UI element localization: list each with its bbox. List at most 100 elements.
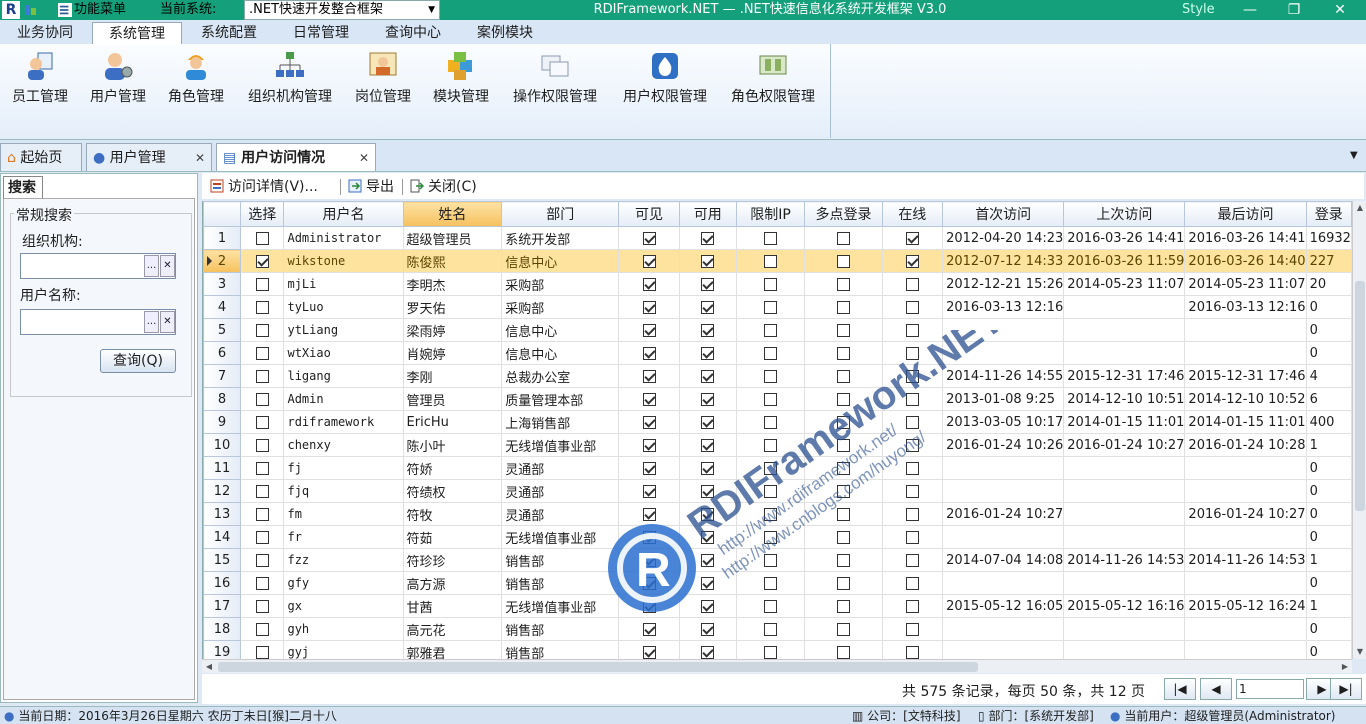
checkbox[interactable] — [642, 392, 656, 406]
checkbox[interactable] — [701, 507, 715, 521]
column-header-enabled[interactable]: 可用 — [678, 201, 737, 227]
cell-select[interactable] — [240, 249, 285, 273]
checkbox[interactable] — [255, 645, 269, 659]
column-header-first-visit[interactable]: 首次访问 — [942, 201, 1065, 227]
cell-online[interactable] — [881, 571, 944, 595]
cell-limit-ip[interactable] — [735, 548, 806, 572]
cell-online[interactable] — [881, 364, 944, 388]
table-row[interactable]: 12 fjq 符绩权 灵通部 0 — [203, 479, 1352, 503]
checkbox[interactable] — [255, 484, 269, 498]
cell-visible[interactable] — [618, 617, 680, 641]
checkbox[interactable] — [764, 392, 777, 406]
checkbox[interactable] — [642, 484, 656, 498]
checkbox[interactable] — [836, 415, 850, 429]
checkbox[interactable] — [764, 507, 777, 521]
checkbox[interactable] — [255, 231, 269, 245]
cell-online[interactable] — [881, 272, 944, 296]
cell-visible[interactable] — [618, 341, 680, 365]
table-row[interactable]: 8 Admin 管理员 质量管理本部 2013-01-08 9:25 2014-12-10… — [203, 387, 1352, 411]
cell-multi-login[interactable] — [804, 387, 883, 411]
checkbox[interactable] — [701, 231, 715, 245]
checkbox[interactable] — [701, 530, 715, 544]
checkbox[interactable] — [701, 599, 715, 613]
scroll-left-icon[interactable]: ◀ — [202, 660, 216, 674]
checkbox[interactable] — [764, 254, 777, 268]
page-number-input[interactable]: 1 — [1236, 679, 1304, 699]
checkbox[interactable] — [255, 323, 269, 337]
checkbox[interactable] — [642, 323, 656, 337]
checkbox[interactable] — [764, 231, 777, 245]
checkbox[interactable] — [255, 622, 269, 636]
checkbox[interactable] — [836, 231, 850, 245]
checkbox[interactable] — [905, 392, 919, 406]
checkbox[interactable] — [255, 438, 269, 452]
row-number[interactable]: 3 — [203, 272, 242, 296]
cell-select[interactable] — [240, 364, 285, 388]
checkbox[interactable] — [905, 599, 919, 613]
row-number[interactable]: 13 — [203, 502, 242, 526]
row-number[interactable]: 16 — [203, 571, 242, 595]
cell-limit-ip[interactable] — [735, 364, 806, 388]
cell-visible[interactable] — [618, 456, 680, 480]
tab-daily[interactable]: 日常管理 — [278, 22, 364, 44]
last-page-button[interactable]: ▶| — [1330, 678, 1362, 700]
checkbox[interactable] — [905, 415, 919, 429]
cell-multi-login[interactable] — [804, 410, 883, 434]
cell-multi-login[interactable] — [804, 226, 883, 250]
cell-visible[interactable] — [618, 249, 680, 273]
cell-limit-ip[interactable] — [735, 295, 806, 319]
system-select[interactable]: .NET快速开发整合框架 ▼ — [244, 0, 440, 20]
row-number[interactable]: 17 — [203, 594, 242, 618]
checkbox[interactable] — [905, 323, 919, 337]
checkbox[interactable] — [836, 323, 850, 337]
row-number[interactable]: 1 — [203, 226, 242, 250]
row-number[interactable]: 15 — [203, 548, 242, 572]
cell-enabled[interactable] — [678, 479, 737, 503]
cell-limit-ip[interactable] — [735, 341, 806, 365]
checkbox[interactable] — [836, 507, 850, 521]
close-tab-icon[interactable]: ✕ — [359, 144, 369, 172]
checkbox[interactable] — [701, 622, 715, 636]
scroll-thumb[interactable] — [218, 662, 978, 672]
checkbox[interactable] — [836, 254, 850, 268]
browse-button[interactable]: ... — [144, 311, 159, 333]
cell-enabled[interactable] — [678, 548, 737, 572]
table-row[interactable]: 6 wtXiao 肖婉婷 信息中心 0 — [203, 341, 1352, 365]
cell-enabled[interactable] — [678, 456, 737, 480]
checkbox[interactable] — [255, 599, 269, 613]
cell-select[interactable] — [240, 617, 285, 641]
clear-icon[interactable]: ✕ — [160, 255, 175, 277]
checkbox[interactable] — [905, 484, 919, 498]
table-row[interactable]: 4 tyLuo 罗天佑 采购部 2016-03-13 12:16 2016-03-13 1… — [203, 295, 1352, 319]
checkbox[interactable] — [905, 231, 919, 245]
column-header-login-count[interactable]: 登录 — [1305, 201, 1352, 227]
query-button[interactable]: 查询(Q) — [100, 349, 176, 373]
table-row[interactable]: 19 gyj 郭雅君 销售部 0 — [203, 640, 1352, 659]
cell-enabled[interactable] — [678, 617, 737, 641]
scroll-right-icon[interactable]: ▶ — [1338, 660, 1352, 674]
checkbox[interactable] — [701, 438, 715, 452]
tab-business[interactable]: 业务协同 — [4, 22, 86, 44]
checkbox[interactable] — [255, 254, 269, 268]
checkbox[interactable] — [701, 645, 715, 659]
checkbox[interactable] — [764, 530, 777, 544]
checkbox[interactable] — [836, 530, 850, 544]
cell-visible[interactable] — [618, 640, 680, 659]
column-header-previous-visit[interactable]: 上次访问 — [1063, 201, 1186, 227]
cell-visible[interactable] — [618, 295, 680, 319]
cell-select[interactable] — [240, 318, 285, 342]
cell-visible[interactable] — [618, 318, 680, 342]
cell-multi-login[interactable] — [804, 502, 883, 526]
close-button[interactable]: 关闭(C) — [410, 177, 477, 197]
cell-enabled[interactable] — [678, 226, 737, 250]
cell-online[interactable] — [881, 318, 944, 342]
checkbox[interactable] — [642, 530, 656, 544]
cell-visible[interactable] — [618, 226, 680, 250]
table-row[interactable]: 1 Administrator 超级管理员 系统开发部 2012-04-20 14:23… — [203, 226, 1352, 250]
checkbox[interactable] — [905, 576, 919, 590]
cell-limit-ip[interactable] — [735, 318, 806, 342]
checkbox[interactable] — [764, 415, 777, 429]
checkbox[interactable] — [905, 369, 919, 383]
cell-limit-ip[interactable] — [735, 525, 806, 549]
checkbox[interactable] — [905, 254, 919, 268]
